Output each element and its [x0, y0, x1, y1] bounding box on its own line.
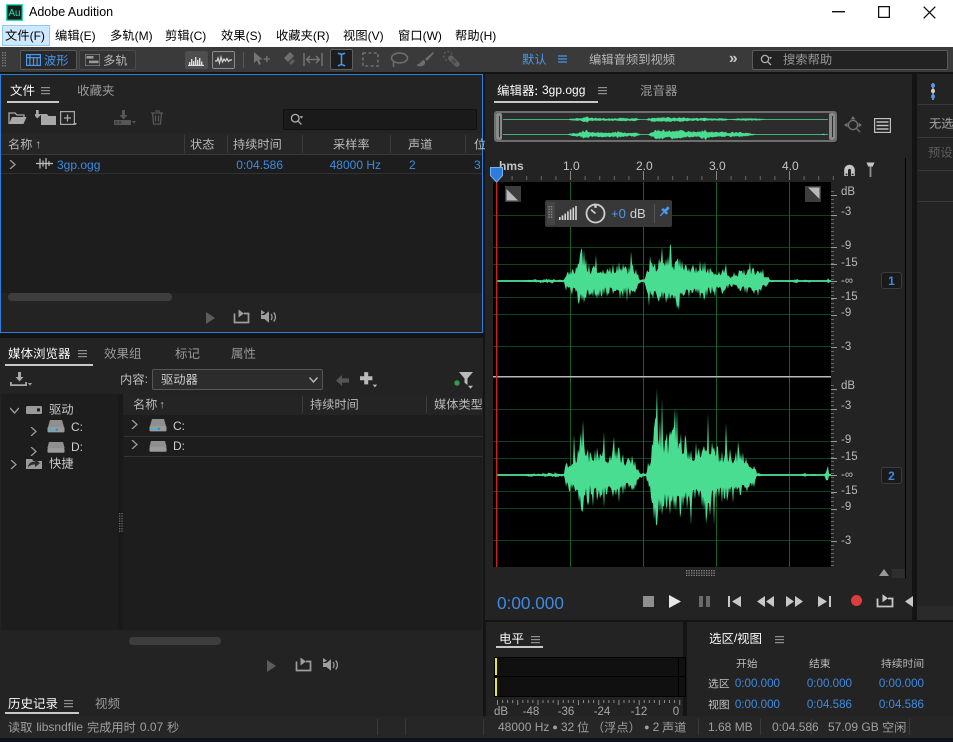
svg-text:Au: Au: [9, 8, 21, 19]
